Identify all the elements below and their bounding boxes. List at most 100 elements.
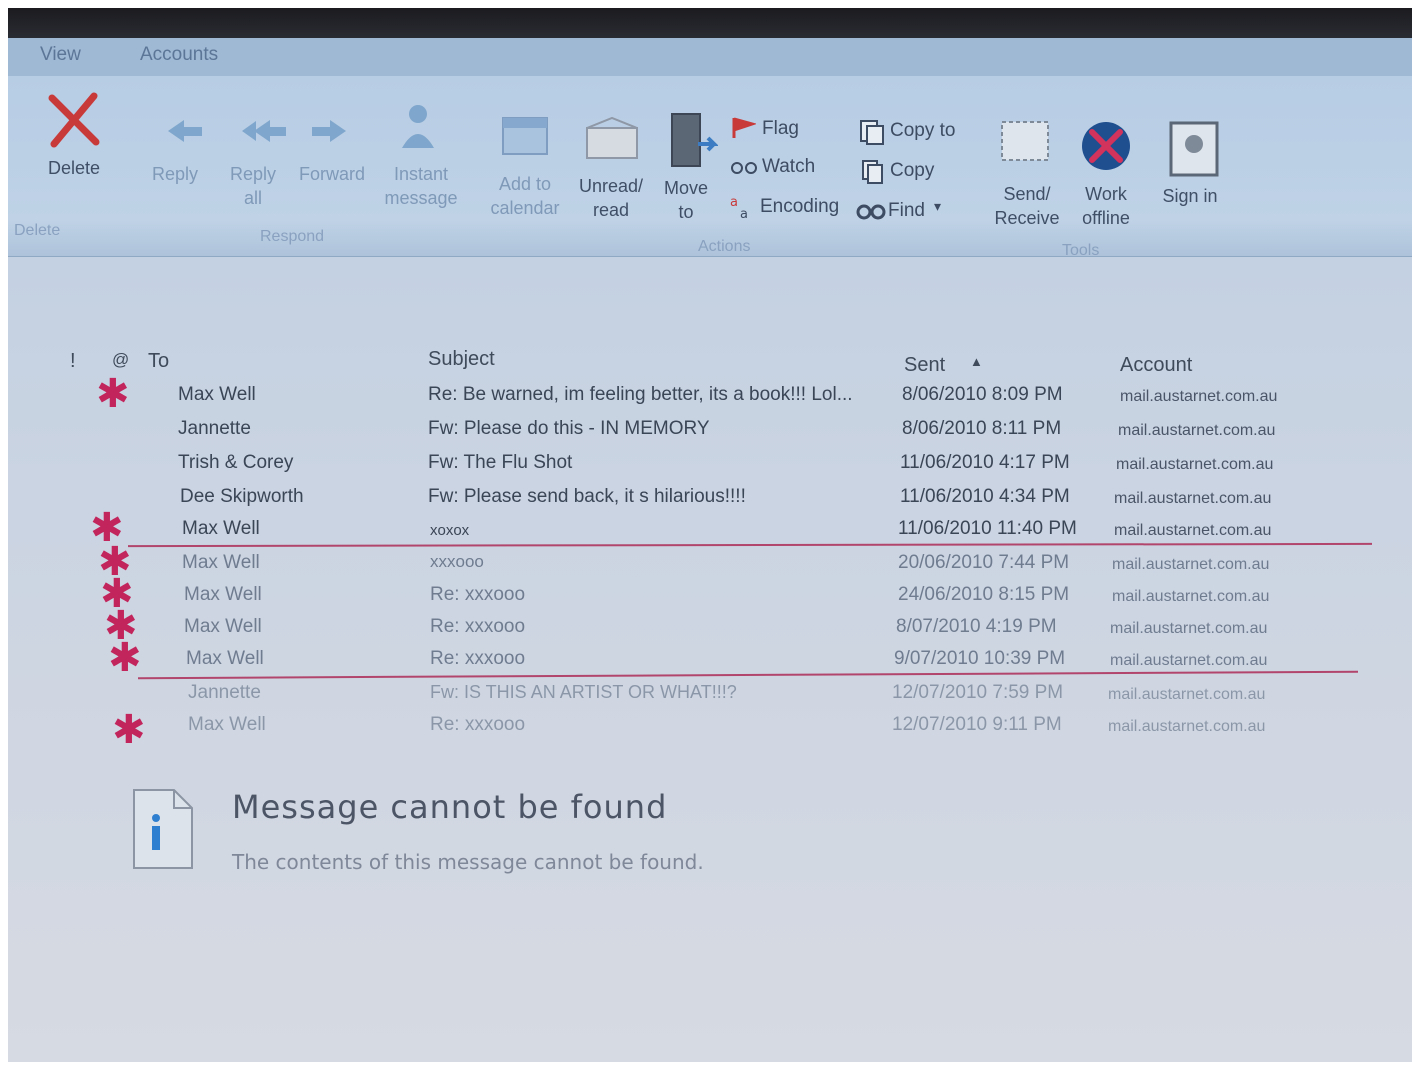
to-cell: Max Well <box>188 714 266 735</box>
sent-cell: 12/07/2010 9:11 PM <box>892 714 1062 735</box>
table-row[interactable]: ✱ Max Well xoxox 11/06/2010 11:40 PM mai… <box>8 508 1412 548</box>
subject-cell: Re: xxxooo <box>430 584 526 605</box>
notice-body: The contents of this message cannot be f… <box>232 850 704 874</box>
menu-accounts[interactable]: Accounts <box>140 44 218 66</box>
reply-all-button[interactable]: Reply all <box>220 162 286 210</box>
to-cell: Max Well <box>186 648 264 669</box>
subject-cell: Fw: The Flu Shot <box>428 452 573 473</box>
copy-to-icon <box>860 120 884 145</box>
table-row[interactable]: ✱ Max Well Re: xxxooo 12/07/2010 9:11 PM… <box>8 710 1412 750</box>
importance-column-header[interactable]: ! <box>70 350 76 373</box>
subject-cell: Re: xxxooo <box>430 714 526 735</box>
pen-asterisk-mark: ✱ <box>108 635 142 681</box>
table-row[interactable]: ✱ Max Well Re: Be warned, im feeling bet… <box>8 374 1412 414</box>
copy-to-button[interactable]: Copy to <box>890 120 955 142</box>
copy-button[interactable]: Copy <box>890 160 934 182</box>
to-cell: Jannette <box>178 418 251 439</box>
subject-cell: Fw: Please do this - IN MEMORY <box>428 418 710 439</box>
to-column-header[interactable]: To <box>148 350 169 373</box>
to-cell: Max Well <box>184 616 262 637</box>
sign-in-icon <box>1169 121 1219 177</box>
work-offline-button[interactable]: Work offline <box>1068 182 1144 230</box>
message-not-found-notice: Message cannot be found The contents of … <box>128 778 928 898</box>
to-cell: Trish & Corey <box>178 452 294 473</box>
delete-button[interactable]: Delete <box>34 156 114 180</box>
sent-cell: 8/07/2010 4:19 PM <box>896 616 1057 637</box>
sort-ascending-icon: ▲ <box>970 354 983 369</box>
instant-message-button[interactable]: Instant message <box>378 162 464 210</box>
sent-cell: 11/06/2010 4:17 PM <box>900 452 1070 473</box>
account-cell: mail.austarnet.com.au <box>1112 556 1270 573</box>
to-cell: Max Well <box>178 384 256 405</box>
table-row[interactable]: Jannette Fw: Please do this - IN MEMORY … <box>8 414 1412 446</box>
move-to-button[interactable]: Move to <box>656 176 716 224</box>
subject-column-header[interactable]: Subject <box>428 348 495 371</box>
sent-cell: 8/06/2010 8:11 PM <box>902 418 1062 439</box>
work-offline-globe-icon <box>1082 122 1130 170</box>
sent-cell: 9/07/2010 10:39 PM <box>894 648 1066 669</box>
copy-icon <box>862 160 883 184</box>
table-row[interactable]: ✱ Max Well Re: xxxooo 8/07/2010 4:19 PM … <box>8 606 1412 646</box>
table-row[interactable]: Dee Skipworth Fw: Please send back, it s… <box>8 482 1412 514</box>
delete-icon <box>48 92 100 148</box>
table-row[interactable]: Trish & Corey Fw: The Flu Shot 11/06/201… <box>8 448 1412 480</box>
table-row[interactable]: Jannette Fw: IS THIS AN ARTIST OR WHAT!!… <box>8 678 1412 710</box>
move-to-door-icon <box>671 113 718 167</box>
table-row[interactable]: ✱ Max Well xxxooo 20/06/2010 7:44 PM mai… <box>8 542 1412 582</box>
sent-cell: 24/06/2010 8:15 PM <box>898 584 1070 605</box>
svg-text:a: a <box>740 207 748 222</box>
subject-cell: xoxox <box>430 522 470 539</box>
reply-all-icon <box>242 120 286 142</box>
subject-cell: Fw: Please send back, it s hilarious!!!! <box>428 486 746 507</box>
to-cell: Dee Skipworth <box>180 486 304 507</box>
watch-button[interactable]: Watch <box>762 156 815 178</box>
send-receive-icon <box>1001 121 1049 161</box>
to-cell: Max Well <box>182 552 260 573</box>
forward-button[interactable]: Forward <box>292 162 372 186</box>
to-cell: Max Well <box>182 518 260 539</box>
account-column-header[interactable]: Account <box>1120 354 1192 377</box>
add-to-calendar-button[interactable]: Add to calendar <box>482 172 568 220</box>
flag-icon <box>732 117 756 138</box>
find-binoculars-icon <box>856 204 886 220</box>
subject-cell: xxxooo <box>430 552 484 571</box>
notice-title: Message cannot be found <box>232 788 668 826</box>
subject-cell: Re: xxxooo <box>430 648 526 669</box>
flag-button[interactable]: Flag <box>762 118 799 140</box>
account-cell: mail.austarnet.com.au <box>1114 490 1272 507</box>
unread-read-button[interactable]: Unread/ read <box>568 174 654 222</box>
encoding-button[interactable]: Encoding <box>760 196 839 218</box>
sent-cell: 11/06/2010 4:34 PM <box>900 486 1070 507</box>
account-cell: mail.austarnet.com.au <box>1114 522 1272 539</box>
reply-button[interactable]: Reply <box>140 162 210 186</box>
account-cell: mail.austarnet.com.au <box>1116 456 1274 473</box>
sent-cell: 20/06/2010 7:44 PM <box>898 552 1070 573</box>
sign-in-button[interactable]: Sign in <box>1158 184 1222 208</box>
info-document-icon <box>133 789 193 869</box>
sent-cell: 8/06/2010 8:09 PM <box>902 384 1063 405</box>
forward-icon <box>312 120 346 142</box>
reply-icon <box>168 120 202 142</box>
group-label-actions: Actions <box>698 238 751 255</box>
encoding-icon: a a <box>730 195 748 222</box>
table-row[interactable]: ✱ Max Well Re: xxxooo 24/06/2010 8:15 PM… <box>8 574 1412 614</box>
to-cell: Max Well <box>184 584 262 605</box>
account-cell: mail.austarnet.com.au <box>1110 652 1268 669</box>
attachment-column-header[interactable]: @ <box>112 350 129 370</box>
ribbon: Delete Reply Reply all Forward Instant m… <box>8 76 1412 259</box>
find-dropdown-icon[interactable]: ▾ <box>934 198 941 215</box>
find-button[interactable]: Find <box>888 200 925 222</box>
instant-message-icon <box>402 105 434 148</box>
account-cell: mail.austarnet.com.au <box>1118 422 1276 439</box>
to-cell: Jannette <box>188 682 261 703</box>
subject-cell: Re: xxxooo <box>430 616 526 637</box>
watch-glasses-icon <box>731 162 757 174</box>
subject-cell: Re: Be warned, im feeling better, its a … <box>428 384 853 405</box>
group-label-respond: Respond <box>260 228 325 245</box>
group-label-delete: Delete <box>14 222 61 239</box>
menu-bar <box>8 38 1412 78</box>
send-receive-button[interactable]: Send/ Receive <box>984 182 1070 230</box>
sent-column-header[interactable]: Sent <box>904 354 945 377</box>
calendar-icon <box>502 117 548 155</box>
menu-view[interactable]: View <box>40 44 81 66</box>
